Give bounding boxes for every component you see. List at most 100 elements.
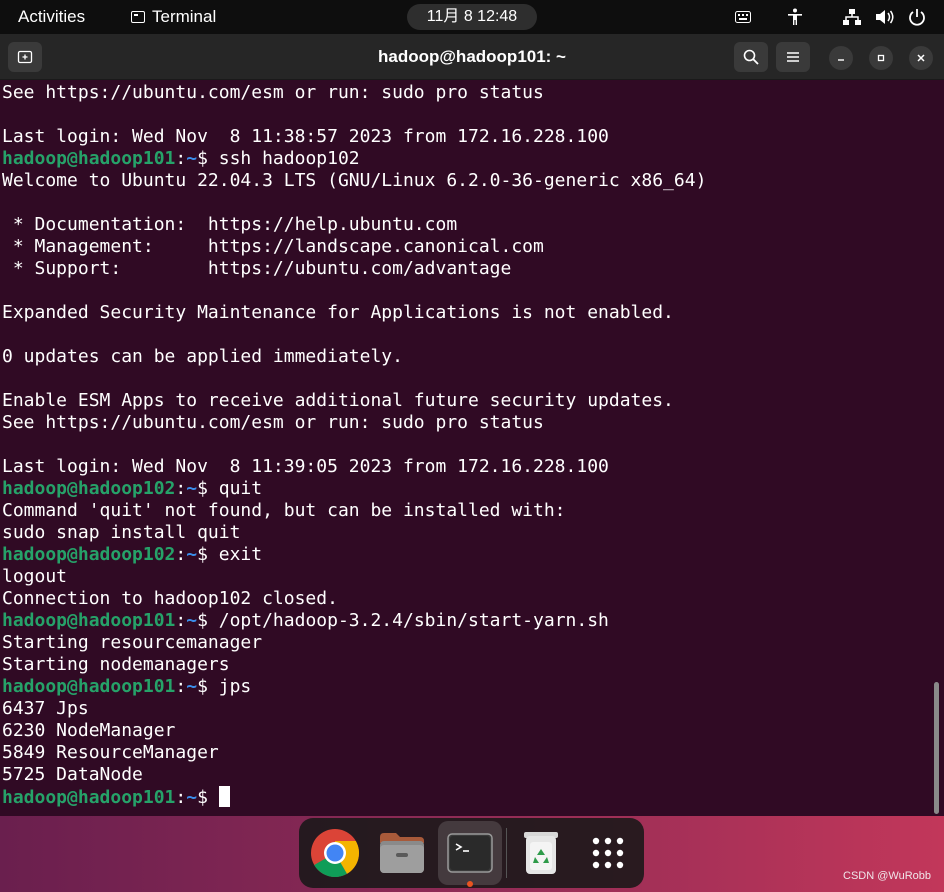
terminal-text: 5849 ResourceManager: [2, 742, 219, 763]
terminal-text: :: [175, 610, 187, 631]
terminal-text: :: [175, 478, 187, 499]
terminal-line: 0 updates can be applied immediately.: [2, 346, 932, 368]
terminal-text: Last login: Wed Nov 8 11:39:05 2023 from…: [2, 456, 609, 477]
show-apps-launcher[interactable]: [576, 821, 640, 885]
terminal-line: 6437 Jps: [2, 698, 932, 720]
new-tab-icon: [17, 50, 33, 64]
terminal-text: Expanded Security Maintenance for Applic…: [2, 302, 674, 323]
terminal-line: Expanded Security Maintenance for Applic…: [2, 302, 932, 324]
terminal-line: Starting nodemanagers: [2, 654, 932, 676]
terminal-text: $ quit: [197, 478, 263, 499]
terminal-output[interactable]: See https://ubuntu.com/esm or run: sudo …: [2, 82, 932, 812]
prompt-user-host: hadoop@hadoop101: [2, 676, 176, 697]
prompt-path: ~: [186, 544, 198, 565]
clock[interactable]: 11月 8 12:48: [407, 4, 537, 30]
chrome-launcher[interactable]: [303, 821, 367, 885]
trash-launcher[interactable]: [509, 821, 573, 885]
terminal-text: 0 updates can be applied immediately.: [2, 346, 403, 367]
terminal-text: Starting resourcemanager: [2, 632, 263, 653]
terminal-line: logout: [2, 566, 932, 588]
activities-button[interactable]: Activities: [18, 7, 85, 27]
prompt-user-host: hadoop@hadoop101: [2, 610, 176, 631]
terminal-scrollbar[interactable]: [934, 682, 939, 814]
terminal-line: 5849 ResourceManager: [2, 742, 932, 764]
terminal-text: Last login: Wed Nov 8 11:38:57 2023 from…: [2, 126, 609, 147]
terminal-cursor: [218, 786, 230, 807]
terminal-line: hadoop@hadoop102:~$ quit: [2, 478, 932, 500]
terminal-line: 6230 NodeManager: [2, 720, 932, 742]
terminal-line: Starting resourcemanager: [2, 632, 932, 654]
prompt-path: ~: [186, 148, 198, 169]
app-menu[interactable]: Terminal: [131, 7, 216, 27]
restore-icon: [877, 54, 885, 62]
prompt-user-host: hadoop@hadoop102: [2, 478, 176, 499]
dock: [299, 818, 644, 888]
menu-button[interactable]: [776, 42, 810, 72]
terminal-line: hadoop@hadoop101:~$ jps: [2, 676, 932, 698]
terminal-line: hadoop@hadoop101:~$: [2, 786, 932, 808]
terminal-text: * Documentation: https://help.ubuntu.com: [2, 214, 458, 235]
terminal-line: Last login: Wed Nov 8 11:38:57 2023 from…: [2, 126, 932, 148]
terminal-line: hadoop@hadoop102:~$ exit: [2, 544, 932, 566]
search-button[interactable]: [734, 42, 768, 72]
terminal-text: $ exit: [197, 544, 263, 565]
top-bar: Activities Terminal 11月 8 12:48: [0, 0, 944, 34]
terminal-text: See https://ubuntu.com/esm or run: sudo …: [2, 82, 544, 103]
chrome-icon: [311, 829, 360, 878]
terminal-line: Enable ESM Apps to receive additional fu…: [2, 390, 932, 412]
terminal-text: :: [175, 787, 187, 808]
terminal-line: hadoop@hadoop101:~$ /opt/hadoop-3.2.4/sb…: [2, 610, 932, 632]
close-icon: [917, 54, 925, 62]
prompt-path: ~: [186, 478, 198, 499]
prompt-path: ~: [186, 676, 198, 697]
terminal-text: Connection to hadoop102 closed.: [2, 588, 338, 609]
trash-icon: [524, 832, 558, 874]
terminal-text: Command 'quit' not found, but can be ins…: [2, 500, 566, 521]
terminal-text: :: [175, 676, 187, 697]
terminal-text: 6230 NodeManager: [2, 720, 176, 741]
running-indicator: [467, 881, 473, 887]
files-icon: [380, 833, 424, 873]
terminal-line: Welcome to Ubuntu 22.04.3 LTS (GNU/Linux…: [2, 170, 932, 192]
terminal-text: :: [175, 148, 187, 169]
terminal-text: $: [197, 787, 219, 808]
terminal-launcher[interactable]: [438, 821, 502, 887]
terminal-text: $ ssh hadoop102: [197, 148, 360, 169]
window-headerbar: hadoop@hadoop101: ~: [0, 34, 944, 80]
terminal-text: 6437 Jps: [2, 698, 89, 719]
app-menu-label: Terminal: [152, 7, 217, 26]
terminal-text: 5725 DataNode: [2, 764, 143, 785]
prompt-user-host: hadoop@hadoop101: [2, 148, 176, 169]
terminal-line: hadoop@hadoop101:~$ ssh hadoop102: [2, 148, 932, 170]
network-icon[interactable]: [840, 0, 864, 34]
new-tab-button[interactable]: [8, 42, 42, 72]
terminal-text: Enable ESM Apps to receive additional fu…: [2, 390, 674, 411]
prompt-path: ~: [186, 610, 198, 631]
terminal-line: * Management: https://landscape.canonica…: [2, 236, 932, 258]
terminal-line: Connection to hadoop102 closed.: [2, 588, 932, 610]
terminal-text: * Management: https://landscape.canonica…: [2, 236, 544, 257]
power-icon[interactable]: [905, 0, 929, 34]
terminal-text: See https://ubuntu.com/esm or run: sudo …: [2, 412, 544, 433]
terminal-line: Command 'quit' not found, but can be ins…: [2, 500, 932, 522]
volume-icon[interactable]: [873, 0, 897, 34]
accessibility-icon[interactable]: [784, 0, 806, 34]
keyboard-icon[interactable]: [732, 0, 754, 34]
watermark: CSDN @WuRobb: [843, 870, 931, 882]
terminal-icon: [447, 833, 493, 873]
terminal-line: * Documentation: https://help.ubuntu.com: [2, 214, 932, 236]
prompt-path: ~: [186, 787, 198, 808]
terminal-line: See https://ubuntu.com/esm or run: sudo …: [2, 82, 932, 104]
files-launcher[interactable]: [370, 821, 434, 885]
terminal-line: Last login: Wed Nov 8 11:39:05 2023 from…: [2, 456, 932, 478]
close-button[interactable]: [909, 46, 933, 70]
minimize-button[interactable]: [829, 46, 853, 70]
prompt-user-host: hadoop@hadoop102: [2, 544, 176, 565]
restore-button[interactable]: [869, 46, 893, 70]
terminal-text: logout: [2, 566, 68, 587]
